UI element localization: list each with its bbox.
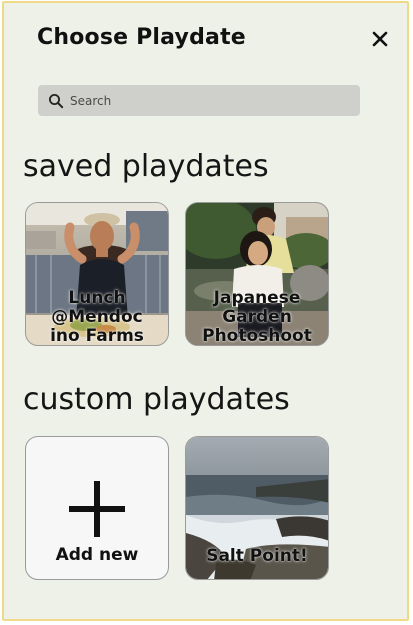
search-icon	[49, 93, 64, 108]
card-label: Japanese Garden Photoshoot	[202, 288, 312, 346]
saved-playdates-heading: saved playdates	[23, 149, 269, 184]
search-input[interactable]	[70, 87, 350, 114]
add-new-label: Add new	[55, 545, 139, 565]
custom-playdates-heading: custom playdates	[23, 382, 290, 417]
card-label: Salt Point!	[206, 546, 308, 566]
card-label: Lunch @Mendoc ino Farms	[50, 288, 144, 346]
playdate-card-lunch-mendocino[interactable]: Lunch @Mendoc ino Farms	[25, 202, 169, 346]
close-button[interactable]	[366, 25, 394, 53]
choose-playdate-panel: Choose Playdate saved playdates	[2, 1, 409, 621]
page-title: Choose Playdate	[37, 25, 246, 50]
search-bar[interactable]	[38, 85, 360, 116]
playdate-card-salt-point[interactable]: Salt Point!	[185, 436, 329, 580]
add-new-playdate-button[interactable]: Add new	[25, 436, 169, 580]
playdate-card-japanese-garden[interactable]: Japanese Garden Photoshoot	[185, 202, 329, 346]
close-icon	[372, 31, 388, 47]
plus-icon	[69, 481, 125, 537]
